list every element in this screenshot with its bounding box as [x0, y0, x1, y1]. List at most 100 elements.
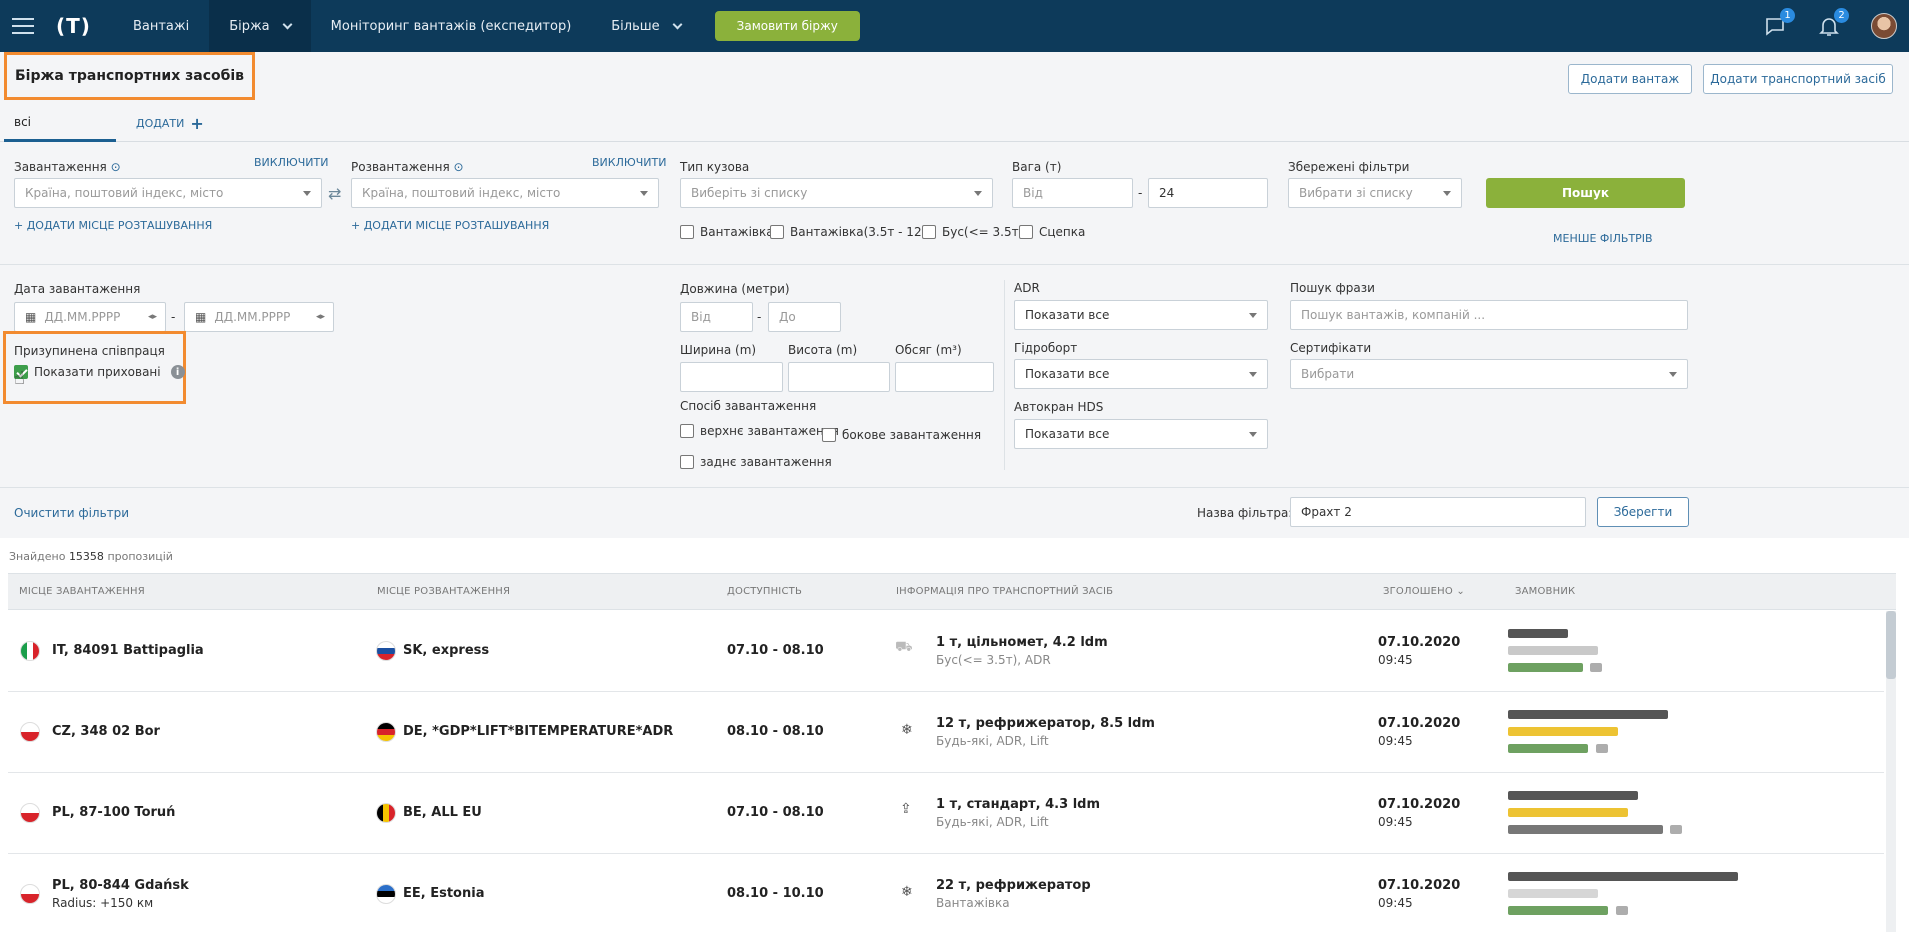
add-vehicle-button[interactable]: Додати транспортний засіб	[1703, 64, 1893, 94]
date-from-input[interactable]: ▦ ДД.ММ.РРРР ◂▸	[14, 302, 166, 332]
loading-add-location[interactable]: + ДОДАТИ МІСЦЕ РОЗТАШУВАННЯ	[14, 219, 212, 232]
col-customer[interactable]: Замовник	[1515, 586, 1575, 597]
body-option-coupling[interactable]: Сцепка	[1019, 225, 1085, 239]
phrase-search-input[interactable]: Пошук вантажів, компаній ...	[1290, 300, 1688, 330]
col-vehicle-info[interactable]: Інформація про транспортний засіб	[896, 586, 1113, 597]
tab-all[interactable]: всі	[4, 104, 116, 142]
customer-info-blurred[interactable]	[1508, 706, 1748, 762]
calendar-icon[interactable]: ▦	[195, 310, 206, 324]
upload-icon: ⇪	[900, 801, 912, 817]
flag-pl-icon	[20, 884, 40, 904]
nav-more[interactable]: Більше	[591, 0, 700, 52]
date-to-input[interactable]: ▦ ДД.ММ.РРРР ◂▸	[184, 302, 334, 332]
loading-exclude-toggle[interactable]: ВИКЛЮЧИТИ	[254, 156, 328, 169]
loading-input[interactable]: Країна, поштовий індекс, місто	[14, 178, 322, 208]
chat-icon[interactable]: 1	[1763, 8, 1795, 38]
save-filter-button[interactable]: Зберегти	[1597, 497, 1689, 527]
length-to-input[interactable]: До	[768, 302, 841, 332]
body-type-label: Тип кузова	[680, 160, 750, 174]
unloading-input[interactable]: Країна, поштовий індекс, місто	[351, 178, 659, 208]
scrollbar-thumb[interactable]	[1886, 611, 1896, 679]
flag-de-icon	[376, 722, 396, 742]
clear-filters-link[interactable]: Очистити фільтри	[14, 506, 129, 520]
col-unloading[interactable]: Місце розвантаження	[377, 586, 510, 597]
length-label: Довжина (метри)	[680, 282, 790, 296]
search-button[interactable]: Пошук	[1486, 178, 1685, 208]
row-time: 09:45	[1378, 815, 1413, 829]
certificates-label: Сертифікати	[1290, 341, 1372, 355]
certificates-select[interactable]: Вибрати	[1290, 359, 1688, 389]
snowflake-icon: ❄	[901, 884, 913, 900]
unloading-exclude-toggle[interactable]: ВИКЛЮЧИТИ	[592, 156, 666, 169]
user-avatar[interactable]	[1871, 13, 1897, 39]
nav-exchange[interactable]: Біржа	[209, 0, 311, 52]
order-exchange-button[interactable]: Замовити біржу	[714, 11, 860, 41]
checkbox[interactable]	[922, 225, 936, 239]
checkbox[interactable]	[770, 225, 784, 239]
table-row[interactable]: IT, 84091 Battipaglia SK, express 07.10 …	[8, 611, 1884, 692]
col-loading[interactable]: Місце завантаження	[19, 586, 145, 597]
checkbox[interactable]	[680, 455, 694, 469]
less-filters-link[interactable]: МЕНШЕ ФІЛЬТРІВ	[1553, 232, 1653, 245]
filter-name-input[interactable]: Фрахт 2	[1290, 497, 1586, 527]
load-top-checkbox[interactable]: верхнє завантаження	[680, 424, 839, 438]
width-input[interactable]	[680, 362, 783, 392]
adr-label: ADR	[1014, 281, 1040, 295]
weight-to-input[interactable]: 24	[1148, 178, 1268, 208]
stepper-icon[interactable]: ◂▸	[148, 312, 157, 322]
flag-cz-icon	[20, 722, 40, 742]
checkbox[interactable]	[822, 428, 836, 442]
saved-filters-label: Збережені фільтри	[1288, 160, 1410, 174]
body-option-truck[interactable]: Вантажівка	[680, 225, 774, 239]
nav-monitoring[interactable]: Моніторинг вантажів (експедитор)	[311, 0, 592, 52]
info-icon[interactable]: i	[170, 365, 185, 379]
chevron-down-icon: ⌄	[1456, 586, 1465, 597]
table-header: Місце завантаження Місце розвантаження Д…	[8, 573, 1896, 610]
saved-filters-select[interactable]: Вибрати зі списку	[1288, 178, 1462, 208]
body-option-bus[interactable]: Бус(<= 3.5т)	[922, 225, 1023, 239]
show-hidden-checkbox[interactable]: Показати приховані i	[14, 365, 185, 379]
checkbox[interactable]	[1019, 225, 1033, 239]
table-row[interactable]: PL, 80-844 Gdańsk Radius: +150 км EE, Es…	[8, 854, 1884, 932]
stepper-icon[interactable]: ◂▸	[316, 312, 325, 322]
adr-select[interactable]: Показати все	[1014, 300, 1268, 330]
customer-info-blurred[interactable]	[1508, 868, 1748, 924]
row-from: PL, 80-844 Gdańsk	[52, 878, 189, 893]
checkbox[interactable]	[680, 424, 694, 438]
app-logo[interactable]: (T)	[56, 14, 91, 38]
swap-icon[interactable]: ⇄	[328, 184, 341, 203]
height-input[interactable]	[788, 362, 890, 392]
bell-icon[interactable]: 2	[1817, 8, 1849, 38]
chevron-down-icon	[1669, 372, 1677, 377]
table-row[interactable]: PL, 87-100 Toruń BE, ALL EU 07.10 - 08.1…	[8, 773, 1884, 854]
customer-info-blurred[interactable]	[1508, 625, 1748, 681]
row-vehicle-sub: Будь-які, ADR, Lift	[936, 734, 1049, 748]
tab-add[interactable]: ДОДАТИ +	[136, 104, 204, 142]
nav-cargo[interactable]: Вантажі	[113, 0, 209, 52]
col-posted[interactable]: Зголошено ⌄	[1383, 586, 1465, 597]
table-row[interactable]: CZ, 348 02 Bor DE, *GDP*LIFT*BITEMPERATU…	[8, 692, 1884, 773]
loading-label: Завантаження ⊙	[14, 160, 121, 174]
row-from: PL, 87-100 Toruń	[52, 805, 176, 820]
load-rear-checkbox[interactable]: заднє завантаження	[680, 455, 832, 469]
checkbox[interactable]	[680, 225, 694, 239]
add-cargo-button[interactable]: Додати вантаж	[1568, 64, 1692, 94]
weight-from-input[interactable]: Від	[1012, 178, 1133, 208]
crane-select[interactable]: Показати все	[1014, 419, 1268, 449]
body-option-truck-mid[interactable]: Вантажівка(3.5т - 12т)	[770, 225, 933, 239]
customer-info-blurred[interactable]	[1508, 787, 1748, 843]
body-type-select[interactable]: Виберіть зі списку	[680, 178, 993, 208]
volume-input[interactable]	[895, 362, 994, 392]
load-side-checkbox[interactable]: бокове завантаження	[822, 428, 981, 442]
col-availability[interactable]: Доступність	[727, 586, 802, 597]
calendar-icon[interactable]: ▦	[25, 310, 36, 324]
load-top-label: верхнє завантаження	[700, 424, 839, 438]
notifications-badge: 2	[1834, 8, 1849, 23]
row-date: 07.10.2020	[1378, 716, 1461, 731]
height-label: Висота (m)	[788, 343, 858, 357]
row-availability: 07.10 - 08.10	[727, 643, 824, 658]
hydroboard-select[interactable]: Показати все	[1014, 359, 1268, 389]
menu-icon[interactable]	[12, 18, 34, 34]
length-from-input[interactable]: Від	[680, 302, 753, 332]
unloading-add-location[interactable]: + ДОДАТИ МІСЦЕ РОЗТАШУВАННЯ	[351, 219, 549, 232]
